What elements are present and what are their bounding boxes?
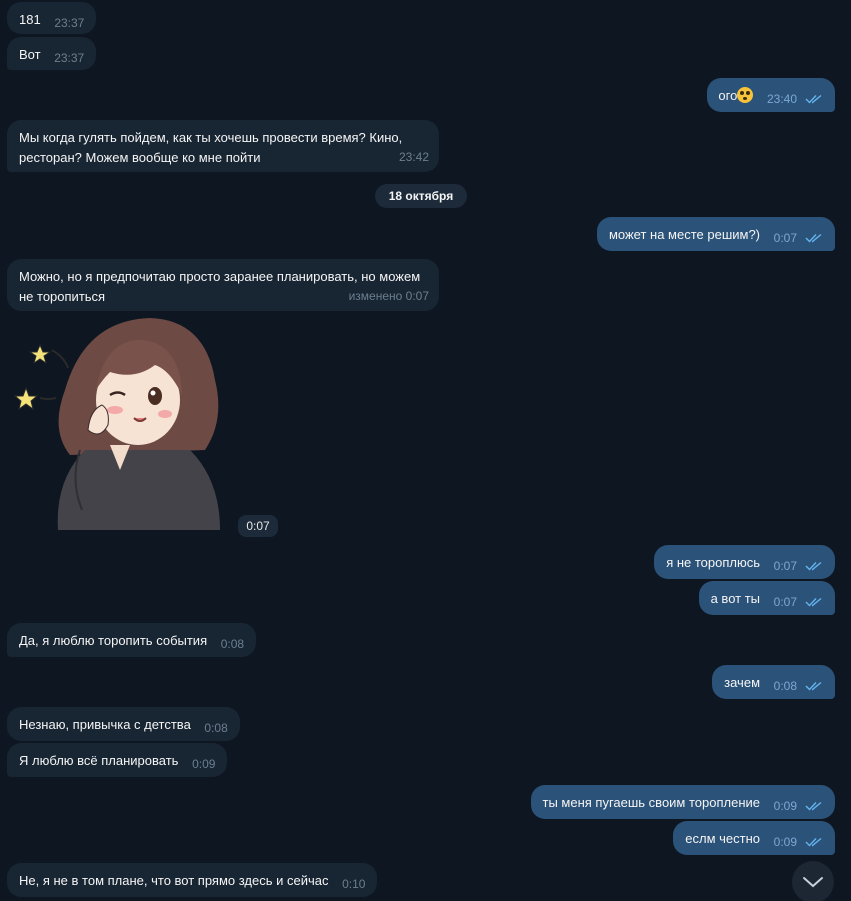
message-text: Вот [19, 47, 41, 62]
message-time: изменено 0:07 [348, 289, 429, 303]
message-time: 0:07 [773, 559, 797, 573]
message-text: ого [718, 88, 738, 103]
double-check-icon [805, 681, 822, 691]
scroll-to-bottom-button[interactable] [792, 861, 834, 901]
message-time: 0:09 [773, 835, 797, 849]
message-text: а вот ты [710, 591, 761, 606]
incoming-message[interactable]: Можно, но я предпочитаю просто заранее п… [7, 259, 439, 311]
chevron-down-icon [803, 877, 823, 888]
message-time: 23:37 [54, 51, 85, 65]
date-divider: 18 октября [375, 184, 467, 208]
message-time: 23:42 [398, 150, 429, 164]
incoming-message[interactable]: Я люблю всё планировать 0:09 [7, 743, 228, 777]
message-time: 23:40 [766, 92, 797, 106]
double-check-icon [805, 233, 822, 243]
message-text: Да, я люблю торопить события [19, 633, 208, 648]
message-text: Я люблю всё планировать [19, 753, 179, 768]
double-check-icon [805, 561, 822, 571]
outgoing-message[interactable]: зачем 0:08 [712, 665, 835, 699]
message-time: 23:37 [54, 16, 85, 30]
incoming-message[interactable]: Вот 23:37 [7, 37, 97, 70]
message-time: 0:09 [192, 757, 216, 771]
message-text: ты меня пугаешь своим торопление [542, 795, 761, 810]
outgoing-message[interactable]: ты меня пугаешь своим торопление 0:09 [530, 785, 835, 819]
message-text: я не тороплюсь [666, 555, 761, 570]
message-time: 0:07 [773, 595, 797, 609]
outgoing-message[interactable]: я не тороплюсь 0:07 [654, 545, 835, 579]
double-check-icon [805, 94, 822, 104]
sticker-time: 0:07 [238, 515, 278, 537]
incoming-message[interactable]: Да, я люблю торопить события 0:08 [7, 623, 257, 657]
message-text: Мы когда гулять пойдем, как ты хочешь пр… [19, 130, 403, 165]
incoming-message[interactable]: Мы когда гулять пойдем, как ты хочешь пр… [7, 120, 439, 172]
message-time: 0:08 [773, 679, 797, 693]
double-check-icon [805, 801, 822, 811]
message-time: 0:10 [342, 877, 366, 891]
message-text: зачем [724, 675, 761, 690]
message-time: 0:08 [204, 721, 228, 735]
message-text: Не, я не в том плане, что вот прямо здес… [19, 873, 329, 888]
outgoing-message[interactable]: может на месте решим?) 0:07 [596, 217, 835, 251]
message-text: еслм честно [685, 831, 761, 846]
message-time: 0:09 [773, 799, 797, 813]
chat-window: 181 23:37 Вот 23:37 ого 23:40 Мы когда г… [0, 0, 851, 901]
double-check-icon [805, 837, 822, 847]
message-text: может на месте решим?) [608, 227, 761, 242]
incoming-message[interactable]: Не, я не в том плане, что вот прямо здес… [7, 863, 378, 897]
message-time: 0:07 [773, 231, 797, 245]
outgoing-message[interactable]: еслм честно 0:09 [673, 821, 835, 855]
outgoing-message[interactable]: а вот ты 0:07 [698, 581, 835, 615]
incoming-message[interactable]: Незнаю, привычка с детства 0:08 [7, 707, 240, 741]
message-text: 181 [19, 12, 41, 27]
flushed-face-emoji [737, 87, 754, 103]
double-check-icon [805, 597, 822, 607]
message-time: 0:08 [220, 637, 245, 651]
incoming-message[interactable]: 181 23:37 [7, 2, 97, 34]
outgoing-message[interactable]: ого 23:40 [707, 78, 835, 112]
message-text: Незнаю, привычка с детства [19, 717, 191, 732]
anime-girl-wink-sticker[interactable] [10, 310, 240, 540]
